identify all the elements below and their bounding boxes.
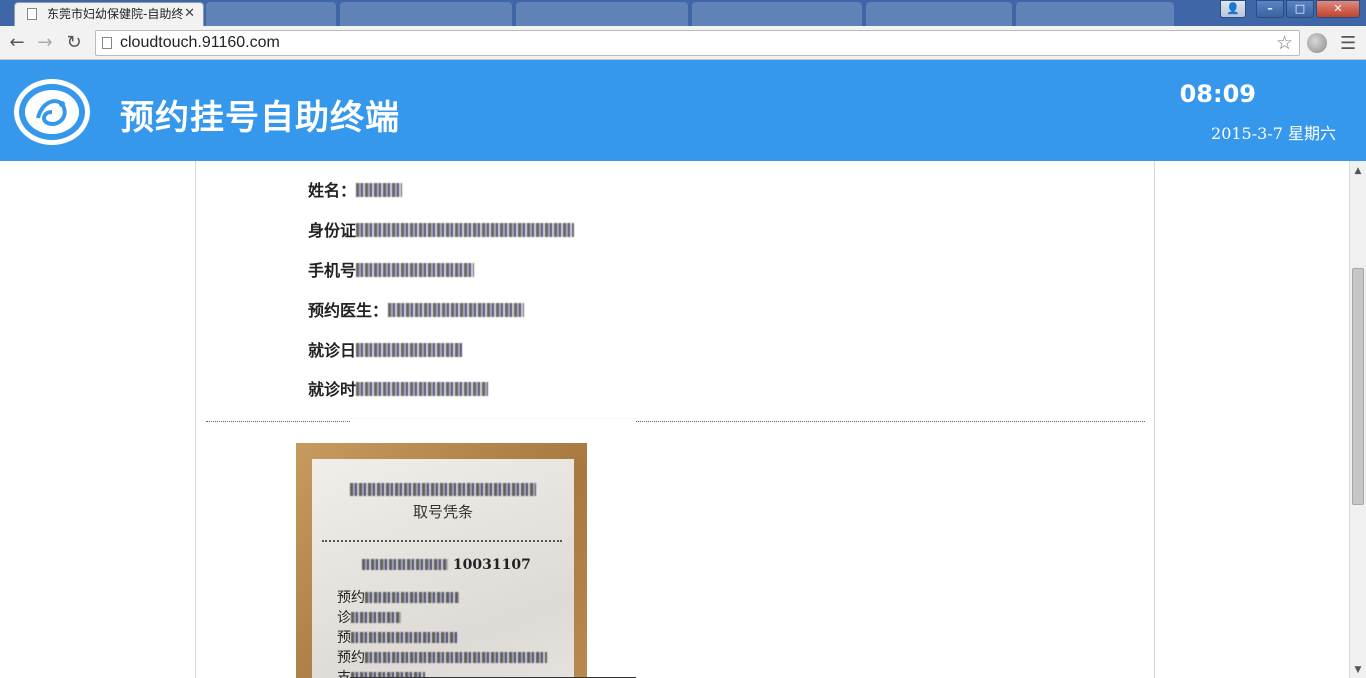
- receipt-line: 诊: [337, 607, 401, 627]
- globe-extension-icon[interactable]: [1307, 33, 1327, 53]
- receipt-line: 预约: [337, 587, 459, 607]
- back-arrow-icon[interactable]: ←: [6, 32, 28, 54]
- receipt-line: 预约: [337, 647, 547, 667]
- receipt-line: 预: [337, 627, 457, 647]
- current-time: 08:09: [1179, 80, 1256, 108]
- visit-time-label: 就诊时: [308, 380, 357, 399]
- receipt-order-value: 10031107: [452, 557, 531, 573]
- scroll-up-arrow-icon[interactable]: ▲: [1350, 163, 1366, 179]
- page-icon: [102, 37, 112, 49]
- maximize-button[interactable]: □: [1286, 0, 1314, 18]
- hospital-logo-icon: [14, 79, 90, 145]
- tab-background[interactable]: [340, 2, 512, 26]
- reload-icon[interactable]: ↻: [63, 32, 85, 54]
- receipt-divider: [322, 540, 562, 542]
- tab-background[interactable]: [206, 2, 336, 26]
- divider: [350, 418, 636, 419]
- browser-toolbar: ← → ↻ ☆ ☰: [0, 26, 1366, 60]
- tab-background[interactable]: [692, 2, 862, 26]
- receipt-photo: 取号凭条 10031107 预约 诊 预 预约 支: [296, 443, 587, 678]
- redacted-value: [388, 303, 525, 317]
- redacted-value: [356, 263, 475, 277]
- id-number-row: 身份证: [308, 217, 575, 241]
- redacted-value: [356, 183, 403, 197]
- tab-title: 东莞市妇幼保健院-自助终: [47, 7, 184, 21]
- content-panel: 姓名： 身份证 手机号 预约医生： 就诊日 就诊时 取号凭条 10031107 …: [195, 161, 1155, 678]
- visit-date-row: 就诊日: [308, 337, 463, 361]
- receipt-order-row: 10031107: [362, 557, 531, 573]
- id-label: 身份证: [308, 221, 357, 240]
- receipt-paper: 取号凭条 10031107 预约 诊 预 预约 支: [312, 459, 574, 678]
- scroll-down-arrow-icon[interactable]: ▼: [1350, 662, 1366, 678]
- name-label: 姓名：: [308, 181, 357, 200]
- tab-background[interactable]: [1016, 2, 1174, 26]
- visit-date-label: 就诊日: [308, 341, 357, 360]
- tab-background[interactable]: [866, 2, 1012, 26]
- minimize-button[interactable]: –: [1256, 0, 1284, 18]
- scroll-thumb[interactable]: [1352, 268, 1364, 505]
- url-input[interactable]: [120, 31, 1270, 55]
- tab-background[interactable]: [516, 2, 688, 26]
- app-title: 预约挂号自助终端: [120, 98, 400, 138]
- divider: [206, 421, 350, 422]
- doctor-label: 预约医生：: [308, 301, 389, 320]
- redacted-value: [356, 343, 463, 357]
- receipt-hospital-name: [312, 481, 574, 499]
- redacted-value: [356, 382, 489, 396]
- user-profile-icon[interactable]: 👤: [1220, 0, 1246, 18]
- browser-tab-strip: 东莞市妇幼保健院-自助终 ✕ 👤 – □ ✕: [0, 0, 1366, 26]
- address-bar[interactable]: ☆: [95, 30, 1300, 56]
- app-header: 预约挂号自助终端 08:09 2015-3-7 星期六: [0, 60, 1366, 161]
- bookmark-star-icon[interactable]: ☆: [1276, 32, 1293, 54]
- forward-arrow-icon[interactable]: →: [34, 32, 56, 54]
- phone-label: 手机号: [308, 261, 357, 280]
- receipt-title: 取号凭条: [412, 503, 473, 521]
- redacted-value: [356, 223, 575, 237]
- phone-row: 手机号: [308, 257, 475, 281]
- divider: [636, 421, 1145, 422]
- close-tab-icon[interactable]: ✕: [184, 3, 195, 25]
- visit-time-row: 就诊时: [308, 376, 489, 400]
- page-icon: [27, 8, 37, 20]
- doctor-row: 预约医生：: [308, 297, 525, 321]
- current-date: 2015-3-7 星期六: [1211, 124, 1336, 143]
- page-scrollbar[interactable]: ▲ ▼: [1349, 161, 1366, 678]
- hamburger-menu-icon[interactable]: ☰: [1340, 33, 1356, 54]
- patient-name-row: 姓名：: [308, 177, 403, 201]
- tab-hospital-terminal[interactable]: 东莞市妇幼保健院-自助终 ✕: [14, 2, 204, 26]
- close-window-button[interactable]: ✕: [1316, 0, 1360, 18]
- window-controls: 👤 – □ ✕: [1220, 0, 1360, 20]
